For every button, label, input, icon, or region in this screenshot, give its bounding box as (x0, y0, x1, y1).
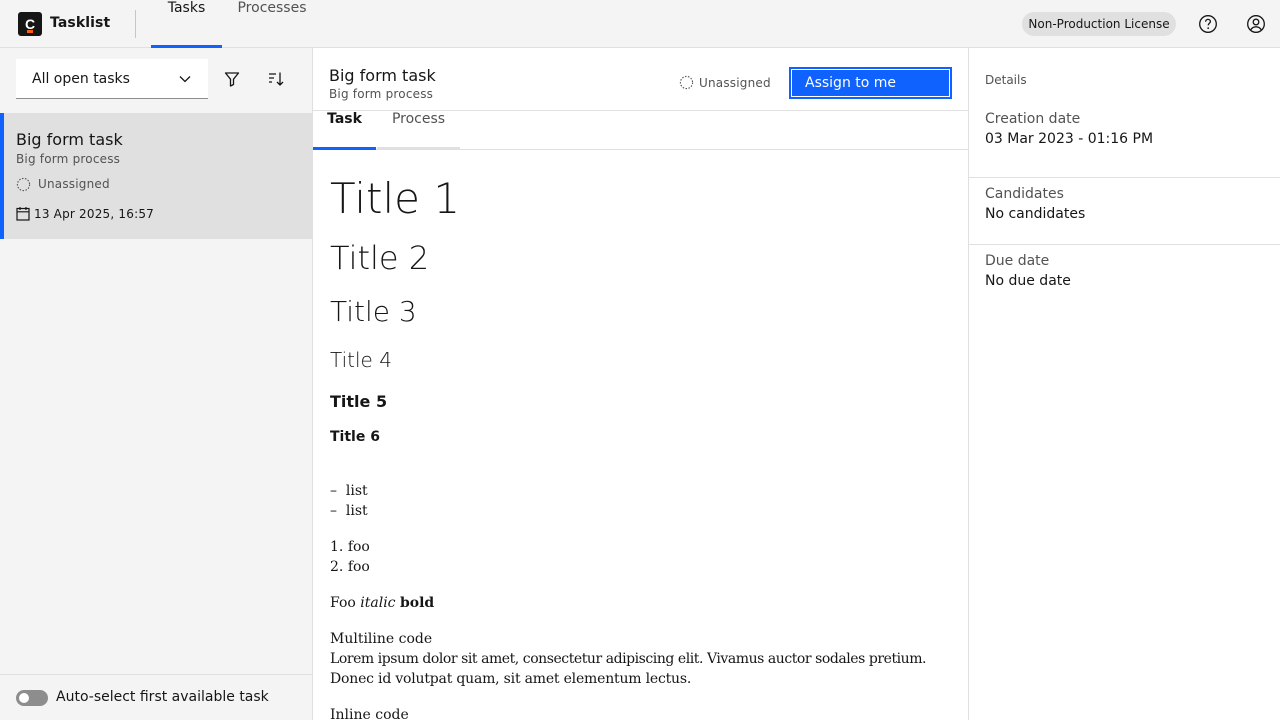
calendar-icon (16, 207, 30, 221)
camunda-logo[interactable]: C (18, 12, 42, 36)
task-assignee: Unassigned (679, 75, 771, 90)
help-icon[interactable] (1198, 14, 1218, 34)
details-panel: Details Creation date 03 Mar 2023 - 01:1… (969, 48, 1280, 720)
task-filter-dropdown[interactable]: All open tasks (16, 59, 208, 99)
task-process-name: Big form process (329, 87, 434, 101)
top-header: C Tasklist Tasks Processes Non-Productio… (0, 0, 1280, 48)
creation-date-label: Creation date (985, 111, 1081, 127)
due-date-label: Due date (985, 253, 1050, 269)
task-card-assignee-text: Unassigned (38, 177, 110, 191)
user-avatar-icon[interactable] (1246, 14, 1266, 34)
code-line-2: Donec id volutpat quam, sit amet element… (330, 671, 692, 687)
filter-funnel-icon[interactable] (223, 70, 241, 88)
header-divider (135, 10, 136, 38)
creation-date-value: 03 Mar 2023 - 01:16 PM (985, 131, 1154, 147)
heading-5: Title 5 (330, 392, 388, 411)
bold-text: bold (399, 595, 435, 611)
plain-text: Foo (330, 595, 356, 611)
task-card-assignee: Unassigned (16, 177, 110, 192)
heading-2: Title 2 (330, 239, 430, 277)
task-detail-panel: Big form task Big form process Unassigne… (313, 48, 969, 720)
numbered-list-item: 2. foo (330, 559, 370, 575)
task-card[interactable]: Big form task Big form process Unassigne… (0, 113, 312, 239)
heading-3: Title 3 (330, 295, 417, 328)
unassigned-icon (679, 75, 694, 90)
due-date-value: No due date (985, 273, 1071, 289)
task-assignee-text: Unassigned (699, 76, 771, 90)
license-tag: Non-Production License (1022, 12, 1176, 36)
bullet-list-item: – list (330, 483, 368, 499)
due-date-section: Due date No due date (969, 245, 1280, 312)
unassigned-icon (16, 177, 31, 192)
nav-processes[interactable]: Processes (232, 0, 312, 48)
tab-process[interactable]: Process (377, 111, 460, 150)
auto-select-label: Auto-select first available task (56, 689, 269, 705)
task-card-name: Big form task (16, 130, 123, 149)
task-tabs: Task Process (313, 111, 968, 150)
task-card-date: 13 Apr 2025, 16:57 (16, 207, 154, 221)
candidates-label: Candidates (985, 186, 1064, 202)
candidates-value: No candidates (985, 206, 1086, 222)
task-title: Big form task (329, 66, 436, 85)
numbered-text: foo (347, 539, 370, 555)
assign-to-me-button[interactable]: Assign to me (789, 67, 952, 99)
task-detail-header: Big form task Big form process Unassigne… (313, 48, 968, 111)
candidates-section: Candidates No candidates (969, 178, 1280, 245)
chevron-down-icon (179, 76, 191, 83)
tab-task[interactable]: Task (313, 111, 376, 150)
formatted-paragraph: Foo italic bold (330, 595, 434, 611)
bullet-text: list (345, 503, 368, 519)
details-title: Details (985, 73, 1027, 87)
auto-select-footer: Auto-select first available task (0, 674, 312, 720)
inline-code-label: Inline code (330, 707, 409, 720)
heading-6: Title 6 (330, 429, 380, 445)
bullet-list-item: – list (330, 503, 368, 519)
multiline-code-label: Multiline code (330, 631, 433, 647)
auto-select-toggle[interactable] (16, 690, 48, 706)
task-list-panel: All open tasks Big form task Big form pr… (0, 48, 313, 720)
sort-icon[interactable] (267, 70, 285, 88)
heading-1: Title 1 (330, 174, 461, 223)
task-card-date-text: 13 Apr 2025, 16:57 (34, 207, 155, 221)
task-filter-value: All open tasks (32, 71, 130, 87)
numbered-text: foo (347, 559, 370, 575)
app-name[interactable]: Tasklist (50, 15, 110, 31)
bullet-text: list (345, 483, 368, 499)
numbered-list-item: 1. foo (330, 539, 370, 555)
heading-4: Title 4 (330, 348, 392, 372)
italic-text: italic (360, 595, 396, 611)
nav-tasks[interactable]: Tasks (151, 0, 222, 48)
creation-date-section: Creation date 03 Mar 2023 - 01:16 PM (969, 111, 1280, 178)
code-line-1: Lorem ipsum dolor sit amet, consectetur … (330, 651, 927, 667)
task-card-process: Big form process (16, 152, 121, 166)
